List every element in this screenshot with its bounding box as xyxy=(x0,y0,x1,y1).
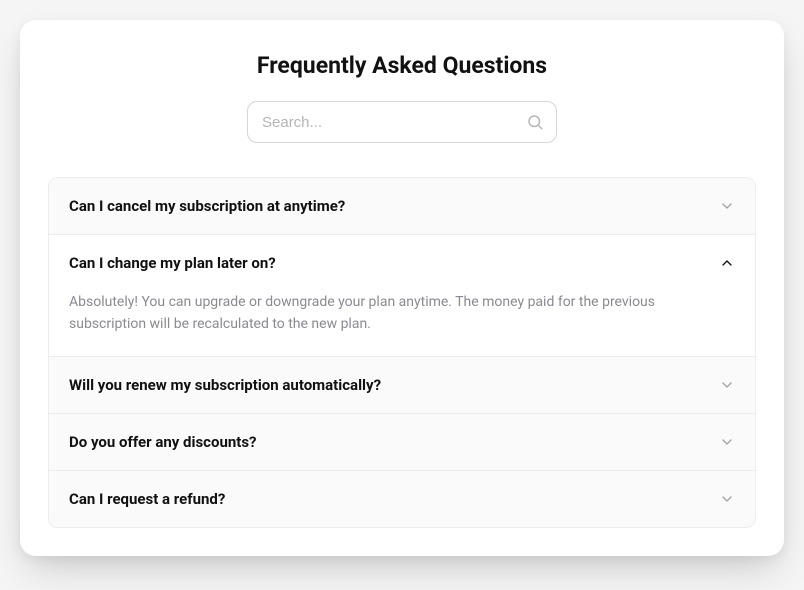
search-input[interactable] xyxy=(262,114,526,131)
chevron-down-icon xyxy=(719,491,735,507)
search-wrap xyxy=(48,101,756,143)
faq-header[interactable]: Can I request a refund? xyxy=(49,471,755,527)
faq-question: Can I cancel my subscription at anytime? xyxy=(69,197,345,215)
faq-header[interactable]: Will you renew my subscription automatic… xyxy=(49,357,755,413)
faq-answer: Absolutely! You can upgrade or downgrade… xyxy=(49,291,755,356)
faq-header[interactable]: Can I change my plan later on? xyxy=(49,235,755,291)
faq-item: Can I cancel my subscription at anytime? xyxy=(49,178,755,235)
faq-list: Can I cancel my subscription at anytime?… xyxy=(48,177,756,528)
page-title: Frequently Asked Questions xyxy=(48,52,756,79)
faq-question: Can I change my plan later on? xyxy=(69,254,276,272)
faq-header[interactable]: Can I cancel my subscription at anytime? xyxy=(49,178,755,234)
faq-question: Do you offer any discounts? xyxy=(69,433,257,451)
search-field[interactable] xyxy=(247,101,557,143)
chevron-up-icon xyxy=(719,255,735,271)
search-icon xyxy=(526,113,544,131)
faq-card: Frequently Asked Questions Can I cancel … xyxy=(20,20,784,556)
faq-item: Do you offer any discounts? xyxy=(49,414,755,471)
faq-question: Can I request a refund? xyxy=(69,490,225,508)
faq-item: Will you renew my subscription automatic… xyxy=(49,357,755,414)
faq-item: Can I request a refund? xyxy=(49,471,755,527)
chevron-down-icon xyxy=(719,434,735,450)
faq-header[interactable]: Do you offer any discounts? xyxy=(49,414,755,470)
faq-question: Will you renew my subscription automatic… xyxy=(69,376,381,394)
faq-item: Can I change my plan later on? Absolutel… xyxy=(49,235,755,357)
chevron-down-icon xyxy=(719,198,735,214)
chevron-down-icon xyxy=(719,377,735,393)
